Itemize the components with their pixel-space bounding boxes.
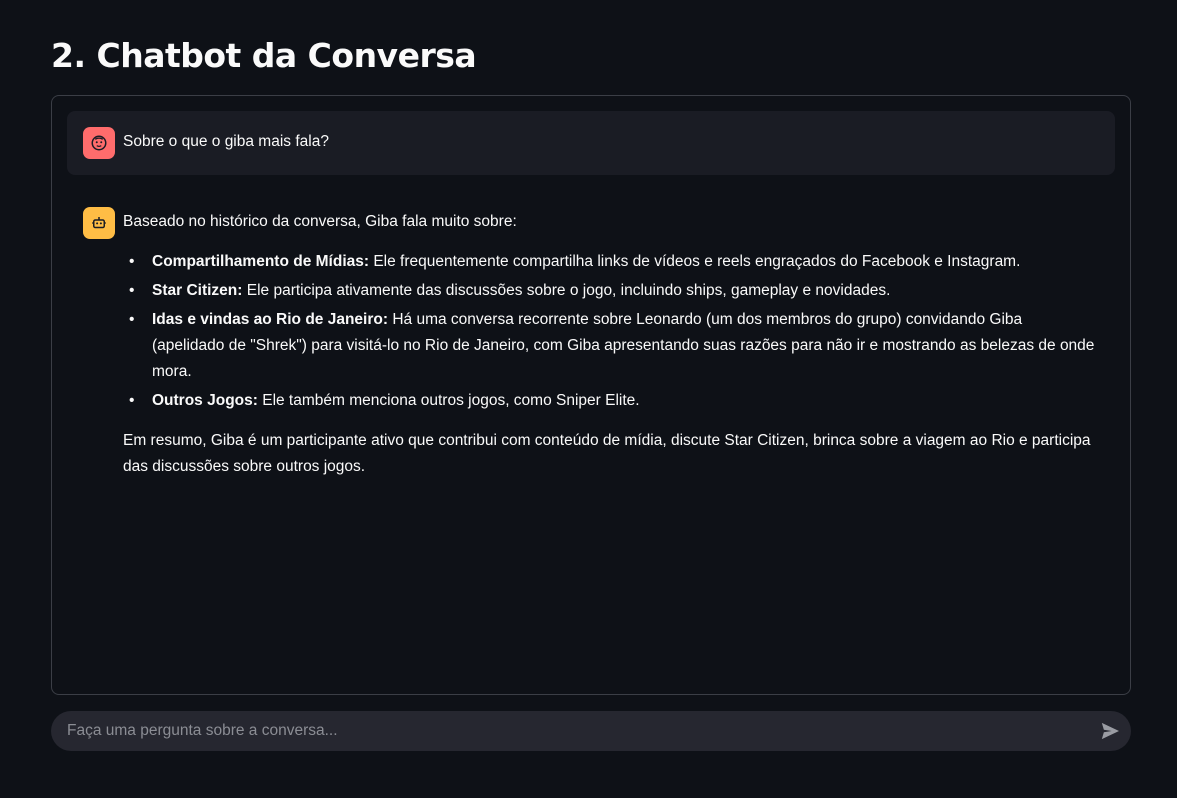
user-message: Sobre o que o giba mais fala?	[67, 111, 1115, 175]
app-page: 2. Chatbot da Conversa Sobre o que o gib…	[0, 0, 1177, 798]
bot-intro: Baseado no histórico da conversa, Giba f…	[123, 213, 517, 230]
list-item-title: Compartilhamento de Mídias:	[152, 253, 370, 270]
list-item-title: Star Citizen:	[152, 282, 243, 299]
user-avatar	[83, 127, 115, 159]
bot-list: • Compartilhamento de Mídias: Ele frequen…	[123, 249, 1098, 414]
list-item-text: Ele frequentemente compartilha links de …	[369, 253, 1021, 270]
chat-input-bar	[51, 711, 1131, 751]
chat-input[interactable]	[67, 711, 1077, 751]
bot-avatar	[83, 207, 115, 239]
list-item: • Idas e vindas ao Rio de Janeiro: Há uma…	[129, 311, 1095, 380]
list-item-text: Ele também menciona outros jogos, como S…	[257, 392, 640, 409]
list-item: • Outros Jogos: Ele também menciona outro…	[129, 392, 640, 409]
list-item: • Compartilhamento de Mídias: Ele frequen…	[129, 253, 1021, 270]
list-item-title: Idas e vindas ao Rio de Janeiro:	[152, 311, 389, 328]
chat-container[interactable]: Sobre o que o giba mais fala? Baseado no…	[51, 95, 1131, 695]
send-button[interactable]	[1099, 721, 1121, 741]
send-icon	[1101, 722, 1119, 740]
bot-message: Baseado no histórico da conversa, Giba f…	[123, 207, 1098, 480]
page-title: 2. Chatbot da Conversa	[51, 36, 477, 75]
face-icon	[91, 135, 107, 151]
bot-summary: Em resumo, Giba é um participante ativo …	[123, 432, 1091, 475]
list-item-title: Outros Jogos:	[152, 392, 258, 409]
list-item-text: Ele participa ativamente das discussões …	[242, 282, 891, 299]
user-message-text: Sobre o que o giba mais fala?	[123, 133, 329, 150]
list-item: • Star Citizen: Ele participa ativamente …	[129, 282, 891, 299]
robot-icon	[92, 217, 106, 229]
